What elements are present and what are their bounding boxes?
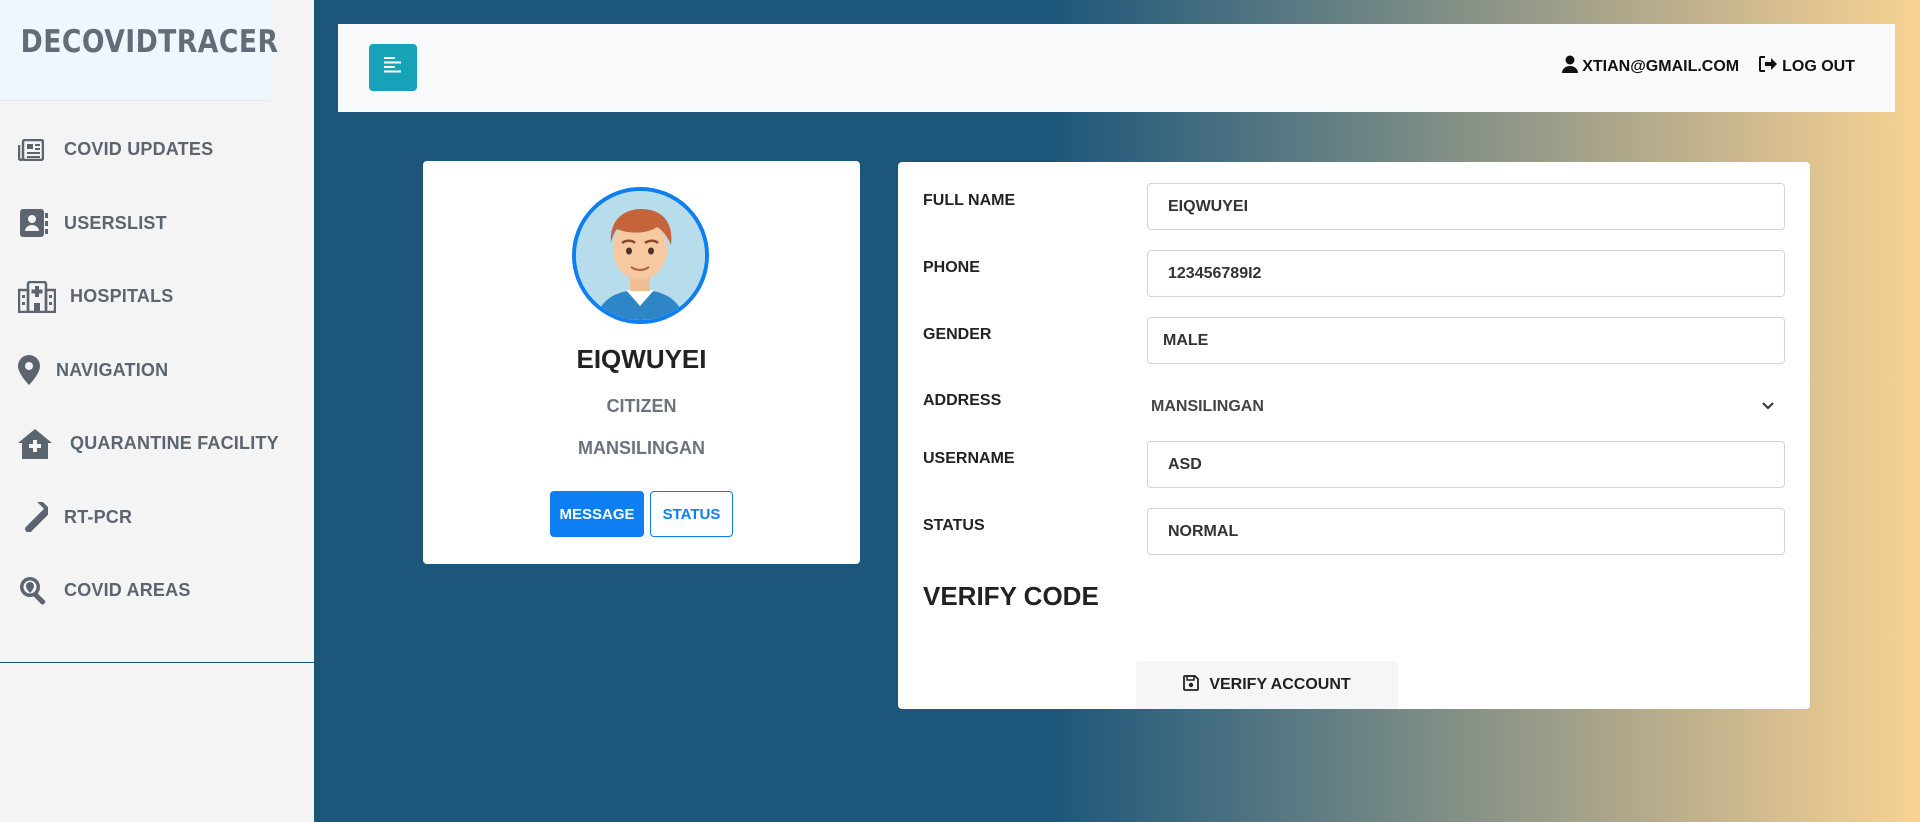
test-tube-icon [18, 500, 52, 534]
phone-field[interactable]: 123456789I2 [1147, 250, 1785, 297]
address-select[interactable]: MANSILINGAN [1151, 392, 1785, 422]
avatar [572, 187, 709, 324]
sidebar-item-label: RT-PCR [64, 506, 133, 527]
user-icon [1562, 55, 1579, 78]
verify-code-heading: VERIFY CODE [923, 581, 1099, 611]
user-account-link[interactable]: XTIAN@GMAIL.COM [1562, 55, 1739, 78]
sidebar-item-label: QUARANTINE FACILITY [70, 433, 279, 454]
user-details-form: FULL NAME EIQWUYEI PHONE 123456789I2 GEN… [898, 162, 1810, 709]
align-left-icon [384, 57, 402, 78]
profile-name: EIQWUYEI [576, 344, 707, 374]
sidebar-nav: COVID UPDATES USERSLIST HOSPITALS NAVIGA… [0, 101, 314, 628]
profile-location: MANSILINGAN [578, 438, 705, 458]
address-book-icon [18, 206, 52, 240]
hospital-icon [18, 280, 58, 314]
topbar-actions: XTIAN@GMAIL.COM LOG OUT [1562, 55, 1855, 78]
profile-actions: MESSAGE STATUS [423, 491, 860, 537]
sidebar-item-label: COVID AREAS [64, 580, 191, 601]
gender-label: GENDER [923, 326, 992, 343]
newspaper-icon [18, 133, 52, 167]
gender-field[interactable]: MALE [1147, 317, 1785, 364]
sidebar-item-userslist[interactable]: USERSLIST [0, 187, 314, 261]
sidebar-item-label: COVID UPDATES [64, 139, 214, 160]
chevron-down-icon [1761, 398, 1775, 416]
sidebar-item-label: HOSPITALS [70, 286, 174, 307]
search-location-icon [18, 574, 52, 608]
save-icon [1183, 674, 1200, 696]
sidebar-item-label: NAVIGATION [56, 359, 169, 380]
sidebar-item-covid-updates[interactable]: COVID UPDATES [0, 113, 314, 187]
verify-account-label: VERIFY ACCOUNT [1209, 676, 1351, 693]
sidebar-item-quarantine-facility[interactable]: QUARANTINE FACILITY [0, 407, 314, 481]
sidebar-item-navigation[interactable]: NAVIGATION [0, 334, 314, 408]
sidebar: DECOVIDTRACER COVID UPDATES USERSLIST HO… [0, 0, 314, 822]
status-field[interactable]: NORMAL [1147, 508, 1785, 555]
sidebar-item-label: USERSLIST [64, 212, 167, 233]
status-label: STATUS [923, 517, 985, 534]
address-selected-value: MANSILINGAN [1151, 398, 1264, 415]
sidebar-item-hospitals[interactable]: HOSPITALS [0, 260, 314, 334]
username-field[interactable]: ASD [1147, 441, 1785, 488]
map-pin-icon [18, 353, 44, 387]
user-email: XTIAN@GMAIL.COM [1582, 57, 1740, 75]
sidebar-item-rt-pcr[interactable]: RT-PCR [0, 481, 314, 555]
logout-link[interactable]: LOG OUT [1759, 55, 1855, 78]
menu-toggle-button[interactable] [369, 44, 417, 91]
brand-title[interactable]: DECOVIDTRACER [0, 0, 278, 101]
logout-label: LOG OUT [1782, 57, 1855, 75]
sidebar-divider [0, 662, 314, 663]
message-button[interactable]: MESSAGE [550, 491, 644, 537]
sign-out-icon [1759, 56, 1778, 77]
status-button[interactable]: STATUS [650, 491, 733, 537]
topbar: XTIAN@GMAIL.COM LOG OUT [338, 24, 1895, 112]
full-name-field[interactable]: EIQWUYEI [1147, 183, 1785, 230]
phone-label: PHONE [923, 259, 980, 276]
full-name-label: FULL NAME [923, 192, 1016, 209]
verify-account-button[interactable]: VERIFY ACCOUNT [1136, 661, 1398, 709]
username-label: USERNAME [923, 450, 1015, 467]
address-label: ADDRESS [923, 392, 1002, 409]
house-medical-icon [18, 427, 58, 461]
profile-card: EIQWUYEI CITIZEN MANSILINGAN MESSAGE STA… [423, 161, 860, 564]
profile-role: CITIZEN [606, 396, 677, 416]
sidebar-item-covid-areas[interactable]: COVID AREAS [0, 554, 314, 628]
